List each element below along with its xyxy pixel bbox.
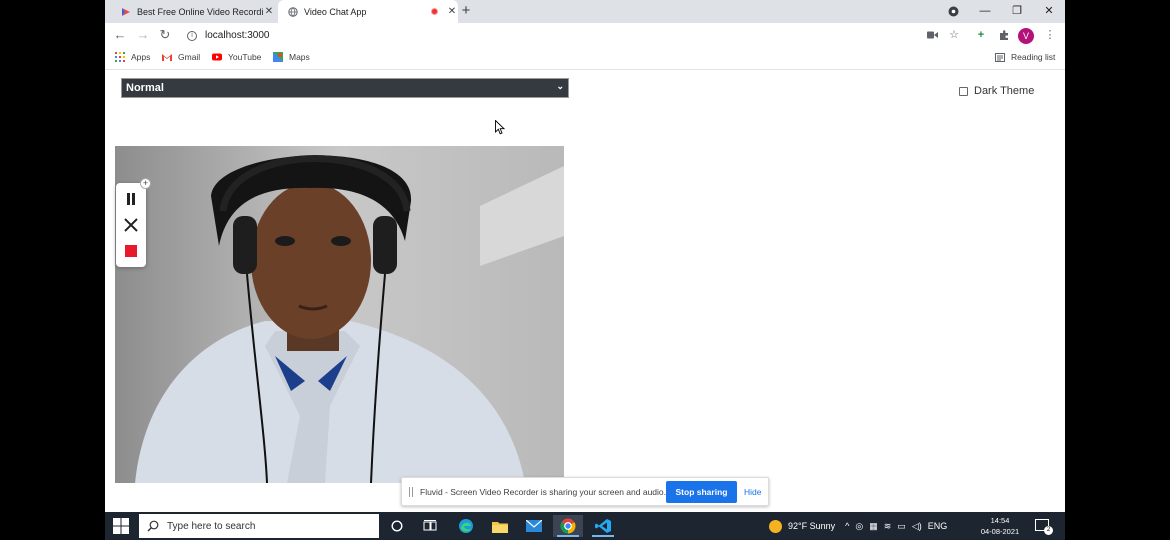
chrome-taskbar-icon[interactable] <box>553 515 583 537</box>
bookmark-label: Maps <box>289 52 310 62</box>
media-control-icon[interactable] <box>943 2 963 20</box>
dark-theme-label: Dark Theme <box>974 85 1035 97</box>
cancel-icon[interactable] <box>121 215 141 235</box>
globe-icon <box>288 6 298 17</box>
notification-center-icon[interactable]: 2 <box>1035 519 1053 535</box>
back-button[interactable]: ← <box>111 26 129 44</box>
profile-avatar[interactable]: V <box>1018 28 1034 44</box>
apps-grid-icon <box>115 52 125 62</box>
clock[interactable]: 14:54 04-08-2021 <box>979 515 1021 537</box>
windows-taskbar: Type here to search 92°F Sunny ^ ◎ ▦ ≋ ▭… <box>105 512 1065 540</box>
recording-indicator-icon <box>431 8 438 15</box>
reading-list-icon <box>995 52 1005 62</box>
cortana-icon[interactable] <box>382 515 412 537</box>
camera-icon[interactable] <box>923 26 941 44</box>
bookmark-label: YouTube <box>228 52 262 62</box>
tab-strip: Best Free Online Video Recording ✕ Video… <box>105 0 1065 23</box>
bookmarks-bar: Apps Gmail YouTube Maps Reading list <box>105 48 1065 70</box>
tab-title: Video Chat App <box>304 6 367 17</box>
dark-theme-checkbox[interactable] <box>959 86 968 96</box>
browser-toolbar: ← → ↻ i localhost:3000 ☆ + V ⋮ <box>105 23 1065 48</box>
bookmark-apps[interactable]: Apps <box>115 52 150 62</box>
notification-count: 2 <box>1044 526 1053 535</box>
share-message: Fluvid - Screen Video Recorder is sharin… <box>420 486 667 497</box>
clock-time: 14:54 <box>990 516 1010 525</box>
sun-weather-icon <box>769 519 782 533</box>
system-tray: 92°F Sunny ^ ◎ ▦ ≋ ▭ ◁) ENG <box>769 512 950 540</box>
volume-icon[interactable]: ◁) <box>912 521 922 532</box>
camera-tray-icon[interactable]: ◎ <box>855 521 863 532</box>
weather-text[interactable]: 92°F Sunny <box>788 521 835 531</box>
hide-button[interactable]: Hide <box>744 481 761 503</box>
gmail-icon <box>162 54 172 61</box>
display-tray-icon[interactable]: ▦ <box>869 521 878 532</box>
clock-date: 04-08-2021 <box>980 527 1020 536</box>
new-tab-button[interactable]: + <box>457 2 475 20</box>
extension-plus-icon[interactable]: + <box>972 26 990 44</box>
url-text: localhost:3000 <box>205 30 270 41</box>
bookmark-label: Gmail <box>178 52 201 62</box>
reload-button[interactable]: ↻ <box>156 26 174 44</box>
drag-handle-icon[interactable] <box>409 486 413 497</box>
maps-icon <box>273 52 283 62</box>
bookmark-youtube[interactable]: YouTube <box>212 52 261 62</box>
reading-list-label: Reading list <box>1011 52 1056 62</box>
reading-list-button[interactable]: Reading list <box>995 52 1055 62</box>
extensions-puzzle-icon[interactable] <box>995 26 1013 44</box>
bookmark-gmail[interactable]: Gmail <box>162 52 200 62</box>
chevron-down-icon: ⌄ <box>556 81 564 91</box>
bookmark-star-icon[interactable]: ☆ <box>945 26 963 44</box>
search-placeholder: Type here to search <box>167 520 256 532</box>
menu-kebab-icon[interactable]: ⋮ <box>1041 26 1059 44</box>
tab-video-chat-app[interactable]: Video Chat App ✕ <box>278 0 458 23</box>
close-window-button[interactable]: ✕ <box>1039 2 1059 20</box>
tab-title: Best Free Online Video Recording <box>137 6 263 17</box>
vscode-icon[interactable] <box>588 515 618 537</box>
mode-select-value: Normal <box>126 82 164 94</box>
desktop-screen: Best Free Online Video Recording ✕ Video… <box>105 0 1065 540</box>
stop-sharing-button[interactable]: Stop sharing <box>666 481 737 503</box>
expand-plus-icon[interactable]: + <box>140 178 151 189</box>
restore-button[interactable]: ❐ <box>1007 2 1027 20</box>
webcam-image <box>115 146 564 483</box>
wifi-icon[interactable]: ≋ <box>884 521 892 532</box>
stop-icon[interactable] <box>121 241 141 261</box>
search-icon <box>147 520 159 532</box>
close-tab-icon[interactable]: ✕ <box>263 6 275 17</box>
recorder-controls: + <box>116 178 151 267</box>
task-view-icon[interactable] <box>415 515 445 537</box>
edge-browser-icon[interactable] <box>451 515 481 537</box>
forward-button[interactable]: → <box>134 26 152 44</box>
battery-icon[interactable]: ▭ <box>897 521 906 532</box>
windows-start-icon[interactable] <box>113 518 129 534</box>
bookmark-label: Apps <box>131 52 151 62</box>
youtube-icon <box>212 53 222 61</box>
file-explorer-icon[interactable] <box>485 515 515 537</box>
dark-theme-toggle[interactable]: Dark Theme <box>959 85 1034 97</box>
fluvid-icon <box>122 7 130 16</box>
info-icon[interactable]: i <box>187 30 197 41</box>
taskbar-search[interactable]: Type here to search <box>139 514 379 538</box>
pause-icon[interactable] <box>121 189 141 209</box>
mail-icon[interactable] <box>519 515 549 537</box>
minimize-button[interactable]: — <box>975 2 995 20</box>
screen-share-notification: Fluvid - Screen Video Recorder is sharin… <box>401 477 769 506</box>
mouse-cursor-icon <box>495 120 505 135</box>
mode-select[interactable]: Normal ⌄ <box>121 78 569 98</box>
tab-fluvid[interactable]: Best Free Online Video Recording ✕ <box>113 0 275 23</box>
language-indicator[interactable]: ENG <box>928 521 948 531</box>
chevron-up-icon[interactable]: ^ <box>845 521 849 531</box>
bookmark-maps[interactable]: Maps <box>273 52 310 62</box>
local-video-feed <box>115 146 564 483</box>
address-bar[interactable]: i localhost:3000 <box>179 25 919 46</box>
